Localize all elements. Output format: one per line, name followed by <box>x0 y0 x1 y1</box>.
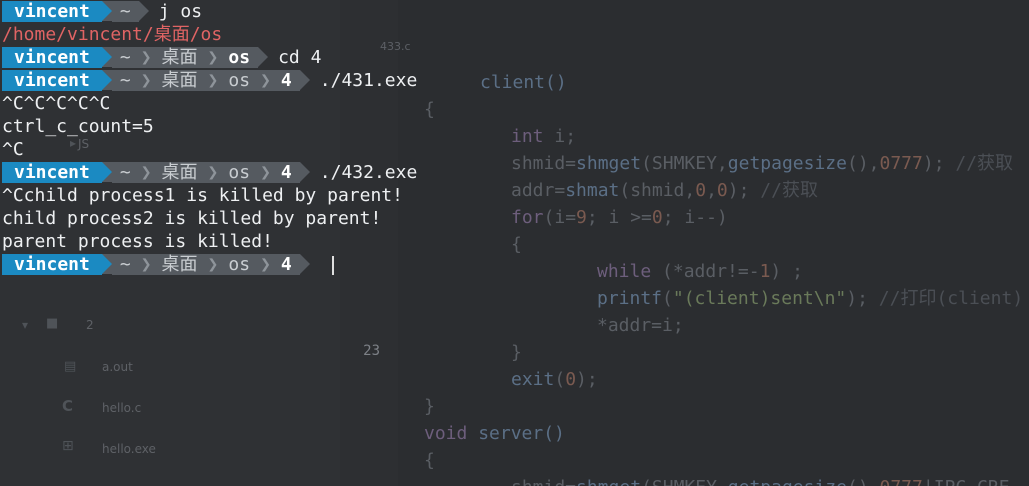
output-text: ctrl_c_count=5 <box>2 116 154 137</box>
output-line: ^C <box>2 138 24 161</box>
prompt-dir-segment: 桌面 <box>153 162 206 183</box>
powerline-arrow-icon <box>101 162 112 182</box>
path-separator-icon: ❯ <box>138 254 154 275</box>
prompt-line: vincent ~ j os <box>2 0 202 23</box>
command-text: ./432.exe <box>319 162 418 183</box>
path-separator-icon: ❯ <box>138 162 154 183</box>
prompt-dir-segment: os <box>220 47 259 68</box>
output-line: parent process is killed! <box>2 230 273 253</box>
powerline-arrow-icon <box>299 162 310 182</box>
command-text: ./431.exe <box>319 70 418 91</box>
powerline-arrow-icon <box>101 254 112 274</box>
path-separator-icon: ❯ <box>205 47 221 68</box>
prompt-line: vincent ~ ❯ 桌面 ❯ os ❯ 4 <box>2 253 334 276</box>
prompt-dir-segment: 桌面 <box>153 47 206 68</box>
output-text: ^Cchild process1 is killed by parent! <box>2 185 403 206</box>
prompt-line: vincent ~ ❯ 桌面 ❯ os ❯ 4 ./432.exe <box>2 161 417 184</box>
prompt-dir-segment: ~ <box>111 47 139 68</box>
prompt-dir-segment: ~ <box>111 1 139 22</box>
prompt-dir-segment: 4 <box>272 70 300 91</box>
prompt-dir-segment: ~ <box>111 254 139 275</box>
powerline-arrow-icon <box>138 1 149 21</box>
path-separator-icon: ❯ <box>205 162 221 183</box>
prompt-user-segment: vincent <box>2 47 102 68</box>
powerline-arrow-icon <box>101 70 112 90</box>
path-separator-icon: ❯ <box>258 254 273 275</box>
prompt-dir-segment: 桌面 <box>153 70 206 91</box>
text-cursor[interactable] <box>331 255 334 275</box>
prompt-user-segment: vincent <box>2 162 102 183</box>
prompt-dir-segment: os <box>220 162 259 183</box>
path-separator-icon: ❯ <box>138 70 154 91</box>
path-separator-icon: ❯ <box>205 254 221 275</box>
prompt-dir-segment: ~ <box>111 70 139 91</box>
path-separator-icon: ❯ <box>138 47 154 68</box>
command-text: cd 4 <box>278 47 322 68</box>
path-output-line: /home/vincent/桌面/os <box>2 23 222 46</box>
prompt-line: vincent ~ ❯ 桌面 ❯ os cd 4 <box>2 46 321 69</box>
output-line: child process2 is killed by parent! <box>2 207 381 230</box>
powerline-arrow-icon <box>258 47 269 67</box>
prompt-dir-segment: 桌面 <box>153 254 206 275</box>
output-text: /home/vincent/桌面/os <box>2 24 223 45</box>
prompt-user-segment: vincent <box>2 1 102 22</box>
output-line: ctrl_c_count=5 <box>2 115 154 138</box>
output-line: ^Cchild process1 is killed by parent! <box>2 184 403 207</box>
prompt-dir-segment: os <box>220 254 259 275</box>
powerline-arrow-icon <box>101 1 112 21</box>
command-text <box>310 254 320 275</box>
powerline-arrow-icon <box>299 254 310 274</box>
prompt-user-segment: vincent <box>2 70 102 91</box>
prompt-dir-segment: ~ <box>111 162 139 183</box>
path-separator-icon: ❯ <box>258 70 273 91</box>
output-text: ^C <box>2 139 24 160</box>
powerline-arrow-icon <box>299 70 310 90</box>
powerline-arrow-icon <box>101 47 112 67</box>
prompt-dir-segment: 4 <box>272 162 300 183</box>
prompt-line: vincent ~ ❯ 桌面 ❯ os ❯ 4 ./431.exe <box>2 69 417 92</box>
prompt-dir-segment: 4 <box>272 254 300 275</box>
path-separator-icon: ❯ <box>205 70 221 91</box>
output-text: child process2 is killed by parent! <box>2 208 382 229</box>
output-text: ^C^C^C^C^C <box>2 93 111 114</box>
terminal-window[interactable]: vincent ~ j os/home/vincent/桌面/os vincent ~ ❯… <box>0 0 1029 486</box>
path-separator-icon: ❯ <box>258 162 273 183</box>
prompt-user-segment: vincent <box>2 254 102 275</box>
prompt-dir-segment: os <box>220 70 259 91</box>
output-text: parent process is killed! <box>2 231 273 252</box>
output-line: ^C^C^C^C^C <box>2 92 110 115</box>
command-text: j os <box>158 1 203 22</box>
